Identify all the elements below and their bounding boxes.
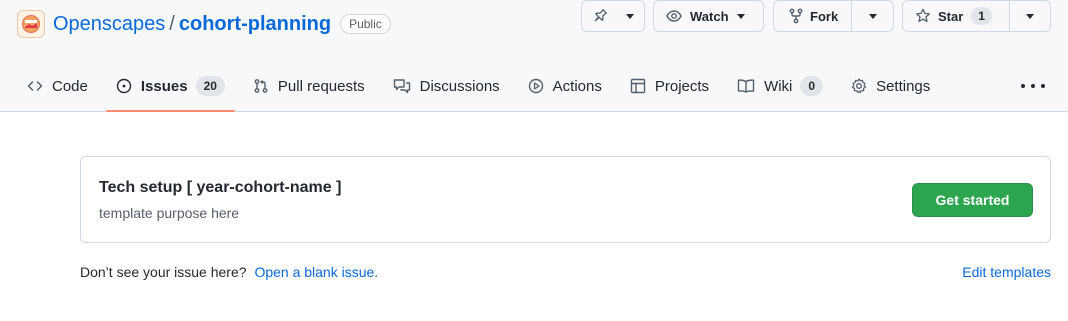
owner-avatar[interactable] [17,10,45,38]
chevron-down-icon [736,13,745,19]
path-separator: / [169,12,175,35]
blank-issue-prompt: Don’t see your issue here? Open a blank … [80,264,378,280]
fork-button[interactable]: Fork [774,1,852,31]
tab-pull-requests[interactable]: Pull requests [243,64,375,108]
blank-issue-prompt-text: Don’t see your issue here? [80,264,247,280]
chevron-down-icon [626,13,634,19]
star-count: 1 [971,7,992,25]
tab-label: Pull requests [277,77,365,95]
code-icon [27,78,43,94]
tab-wiki[interactable]: Wiki 0 [727,64,833,108]
play-icon [528,78,544,94]
tab-settings[interactable]: Settings [841,64,940,108]
tab-counter: 20 [195,76,225,96]
eye-icon [666,8,682,24]
watch-label: Watch [690,8,729,24]
kebab-horizontal-icon [1021,84,1025,88]
tab-discussions[interactable]: Discussions [383,64,510,108]
tab-label: Code [52,77,88,95]
repo-forked-icon [788,8,804,24]
get-started-button[interactable]: Get started [912,183,1033,217]
tab-label: Settings [876,77,931,95]
tab-counter: 0 [800,76,824,96]
repo-tabs: Code Issues 20 Pull requests Discussions [17,64,948,112]
issue-opened-icon [116,78,132,94]
open-blank-issue-link[interactable]: Open a blank issue. [254,264,378,280]
visibility-badge: Public [340,14,391,34]
repo-owner-link[interactable]: Openscapes [53,13,165,36]
openscapes-logo-icon [22,15,40,33]
repo-title: Openscapes / cohort-planning Public [17,8,391,40]
fork-dropdown-button[interactable] [852,1,893,31]
watch-button[interactable]: Watch [653,0,764,32]
book-icon [737,78,755,94]
tab-code[interactable]: Code [17,64,98,108]
edit-templates-link[interactable]: Edit templates [962,264,1051,280]
git-pull-request-icon [253,78,269,94]
issue-template-card: Tech setup [ year-cohort-name ] template… [80,156,1051,243]
tab-label: Discussions [419,77,500,95]
star-button-group: Star 1 [902,0,1051,32]
pin-icon [592,8,608,24]
pin-button[interactable] [581,0,645,32]
chevron-down-icon [868,13,877,19]
tab-label: Projects [654,77,710,95]
fork-label: Fork [810,8,839,24]
star-icon [915,8,931,24]
star-label: Star [938,8,964,24]
tab-label: Issues [140,77,188,95]
star-dropdown-button[interactable] [1010,1,1050,31]
template-description: template purpose here [99,205,240,221]
star-button[interactable]: Star 1 [903,1,1010,31]
tab-issues[interactable]: Issues 20 [105,64,235,112]
tab-projects[interactable]: Projects [620,64,719,108]
repo-name-link[interactable]: cohort-planning [179,13,331,36]
chevron-down-icon [1026,13,1034,19]
fork-button-group: Fork [773,0,894,32]
more-tabs-button[interactable] [1021,76,1045,96]
tab-label: Wiki [764,77,793,95]
repo-header: Openscapes / cohort-planning Public Watc… [0,0,1068,112]
tab-actions[interactable]: Actions [518,64,612,108]
gear-icon [851,78,867,94]
template-title: Tech setup [ year-cohort-name ] [99,179,342,196]
tab-label: Actions [552,77,602,95]
comment-discussion-icon [393,78,411,94]
table-icon [630,78,646,94]
